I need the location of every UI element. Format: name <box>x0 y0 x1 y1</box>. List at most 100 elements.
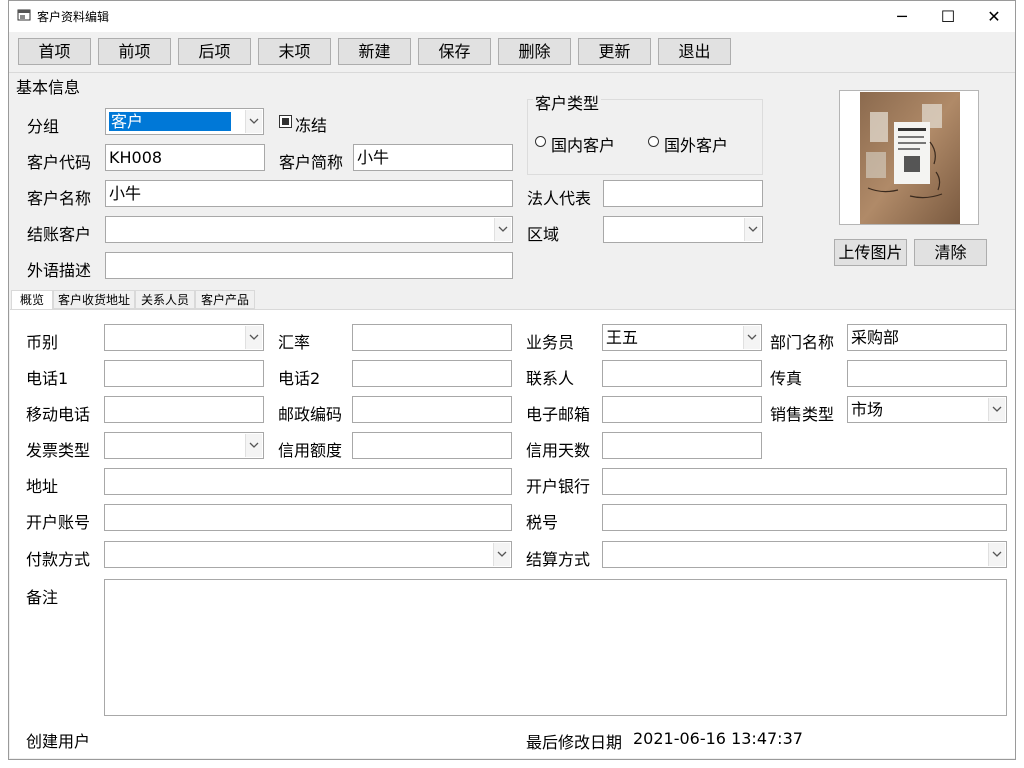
tab-overview[interactable]: 概览 <box>11 290 53 310</box>
tax-number-label: 税号 <box>526 513 559 532</box>
next-record-button[interactable]: 后项 <box>178 38 251 65</box>
short-name-input[interactable]: 小牛 <box>353 144 513 171</box>
email-label: 电子邮箱 <box>526 405 591 424</box>
checkbox-indicator <box>282 118 289 125</box>
group-value: 客户 <box>109 112 232 131</box>
frozen-label: 冻结 <box>295 116 328 135</box>
first-record-button[interactable]: 首项 <box>18 38 91 65</box>
customer-photo-frame <box>839 90 979 225</box>
previous-record-button[interactable]: 前项 <box>98 38 171 65</box>
tax-number-input[interactable] <box>602 504 1007 531</box>
customer-code-input[interactable]: KH008 <box>105 144 265 171</box>
email-input[interactable] <box>602 396 762 423</box>
new-button[interactable]: 新建 <box>338 38 411 65</box>
bank-input[interactable] <box>602 468 1007 495</box>
customer-photo-image <box>860 92 960 224</box>
bank-label: 开户银行 <box>526 477 591 496</box>
foreign-desc-input[interactable] <box>105 252 513 279</box>
postcode-label: 邮政编码 <box>278 405 343 424</box>
exchange-rate-input[interactable] <box>352 324 512 351</box>
chevron-down-icon <box>988 543 1005 566</box>
app-icon <box>17 9 31 21</box>
legal-rep-input[interactable] <box>603 180 763 207</box>
contact-input[interactable] <box>602 360 762 387</box>
customer-name-input[interactable]: 小牛 <box>105 180 513 207</box>
payment-method-label: 付款方式 <box>26 550 91 569</box>
tab-related-persons[interactable]: 关系人员 <box>135 290 195 309</box>
settlement-method-label: 结算方式 <box>526 550 591 569</box>
sales-type-label: 销售类型 <box>770 405 835 424</box>
department-input[interactable]: 采购部 <box>847 324 1007 351</box>
phone1-input[interactable] <box>104 360 264 387</box>
sales-type-value: 市场 <box>851 400 884 419</box>
clear-image-button[interactable]: 清除 <box>914 239 987 266</box>
chevron-down-icon <box>494 218 511 241</box>
currency-select[interactable] <box>104 324 264 351</box>
region-label: 区域 <box>527 225 560 244</box>
foreign-label: 国外客户 <box>664 136 729 155</box>
mobile-input[interactable] <box>104 396 264 423</box>
chevron-down-icon <box>245 110 262 133</box>
sales-type-select[interactable]: 市场 <box>847 396 1007 423</box>
mobile-label: 移动电话 <box>26 405 91 424</box>
contact-label: 联系人 <box>526 369 575 388</box>
customer-name-label: 客户名称 <box>27 189 92 208</box>
update-button[interactable]: 更新 <box>578 38 651 65</box>
exchange-rate-label: 汇率 <box>278 333 311 352</box>
frozen-checkbox[interactable] <box>279 115 292 128</box>
credit-days-input[interactable] <box>602 432 762 459</box>
salesman-label: 业务员 <box>526 333 575 352</box>
payment-method-select[interactable] <box>104 541 512 568</box>
maximize-icon: ☐ <box>940 7 956 26</box>
section-divider <box>9 72 1015 73</box>
chevron-down-icon <box>744 218 761 241</box>
window-title: 客户资料编辑 <box>37 10 110 24</box>
address-label: 地址 <box>26 477 59 496</box>
close-button[interactable]: ✕ <box>971 1 1017 32</box>
settle-customer-select[interactable] <box>105 216 513 243</box>
modified-date-label: 最后修改日期 <box>526 733 623 752</box>
currency-label: 币别 <box>26 333 59 352</box>
department-label: 部门名称 <box>770 333 835 352</box>
remark-label: 备注 <box>26 588 59 607</box>
short-name-label: 客户简称 <box>279 153 344 172</box>
region-select[interactable] <box>603 216 763 243</box>
group-label: 分组 <box>27 117 60 136</box>
upload-image-button[interactable]: 上传图片 <box>834 239 907 266</box>
credit-limit-input[interactable] <box>352 432 512 459</box>
phone2-label: 电话2 <box>278 369 321 388</box>
minimize-button[interactable]: ─ <box>879 1 925 32</box>
maximize-button[interactable]: ☐ <box>925 1 971 32</box>
exit-button[interactable]: 退出 <box>658 38 731 65</box>
close-icon: ✕ <box>987 7 1001 26</box>
delete-button[interactable]: 删除 <box>498 38 571 65</box>
foreign-radio[interactable] <box>648 136 659 147</box>
tab-customer-products[interactable]: 客户产品 <box>195 290 255 309</box>
creator-label: 创建用户 <box>26 732 91 751</box>
fax-label: 传真 <box>770 369 803 388</box>
minimize-icon: ─ <box>897 7 907 26</box>
save-button[interactable]: 保存 <box>418 38 491 65</box>
chevron-down-icon <box>493 543 510 566</box>
group-select[interactable]: 客户 <box>105 108 264 135</box>
chevron-down-icon <box>743 326 760 349</box>
settlement-method-select[interactable] <box>602 541 1007 568</box>
account-label: 开户账号 <box>26 513 91 532</box>
tab-shipping-address[interactable]: 客户收货地址 <box>53 290 135 309</box>
invoice-type-select[interactable] <box>104 432 264 459</box>
salesman-select[interactable]: 王五 <box>602 324 762 351</box>
account-input[interactable] <box>104 504 512 531</box>
address-input[interactable] <box>104 468 512 495</box>
credit-limit-label: 信用额度 <box>278 441 343 460</box>
postcode-input[interactable] <box>352 396 512 423</box>
modified-date-value: 2021-06-16 13:47:37 <box>633 729 803 748</box>
phone1-label: 电话1 <box>26 369 69 388</box>
customer-code-label: 客户代码 <box>27 153 92 172</box>
domestic-radio[interactable] <box>535 136 546 147</box>
legal-rep-label: 法人代表 <box>527 189 592 208</box>
fax-input[interactable] <box>847 360 1007 387</box>
phone2-input[interactable] <box>352 360 512 387</box>
remark-textarea[interactable] <box>104 579 1007 716</box>
salesman-value: 王五 <box>606 328 639 347</box>
last-record-button[interactable]: 末项 <box>258 38 331 65</box>
